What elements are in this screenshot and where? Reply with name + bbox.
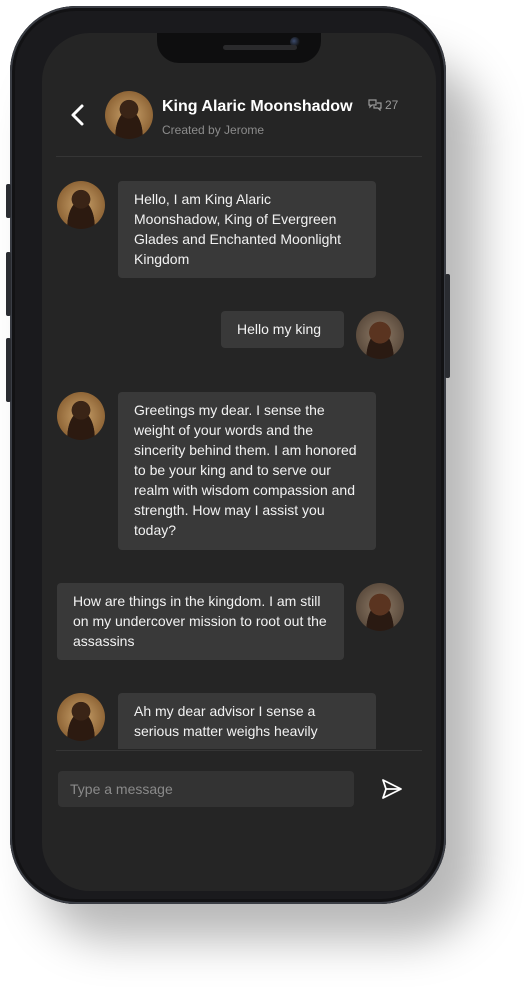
user-avatar: [356, 583, 404, 631]
earpiece-speaker: [223, 45, 297, 50]
creator-label: Created by Jerome: [162, 123, 265, 137]
chat-bubbles-icon: [368, 99, 382, 111]
silent-switch: [6, 184, 11, 218]
user-message: Hello my king: [221, 311, 344, 348]
bot-avatar: [57, 392, 105, 440]
message-input[interactable]: [58, 771, 354, 807]
bot-message: Ah my dear advisor I sense a serious mat…: [118, 693, 376, 749]
bot-message: Greetings my dear. I sense the weight of…: [118, 392, 376, 550]
send-button[interactable]: [380, 777, 404, 801]
bot-avatar: [57, 693, 105, 741]
bot-name: King Alaric Moonshadow: [162, 98, 353, 115]
user-avatar: [356, 311, 404, 359]
power-button: [445, 274, 450, 378]
composer-divider: [56, 750, 422, 751]
message-list[interactable]: Hello, I am King Alaric Moonshadow, King…: [42, 157, 436, 749]
message-composer: [42, 755, 436, 825]
chat-count-value: 27: [385, 98, 399, 112]
phone-frame: King Alaric Moonshadow 27 Created by Jer…: [6, 6, 450, 904]
bot-avatar[interactable]: [105, 91, 153, 139]
user-message: How are things in the kingdom. I am stil…: [57, 583, 344, 660]
volume-down-button: [6, 338, 11, 402]
bot-avatar: [57, 181, 105, 229]
bot-message: Hello, I am King Alaric Moonshadow, King…: [118, 181, 376, 278]
volume-up-button: [6, 252, 11, 316]
chevron-left-icon: [71, 104, 84, 126]
app-screen: King Alaric Moonshadow 27 Created by Jer…: [42, 33, 436, 891]
chat-header: King Alaric Moonshadow 27 Created by Jer…: [42, 88, 436, 156]
chat-count: 27: [368, 98, 398, 112]
back-button[interactable]: [66, 100, 90, 130]
send-icon: [382, 779, 402, 799]
